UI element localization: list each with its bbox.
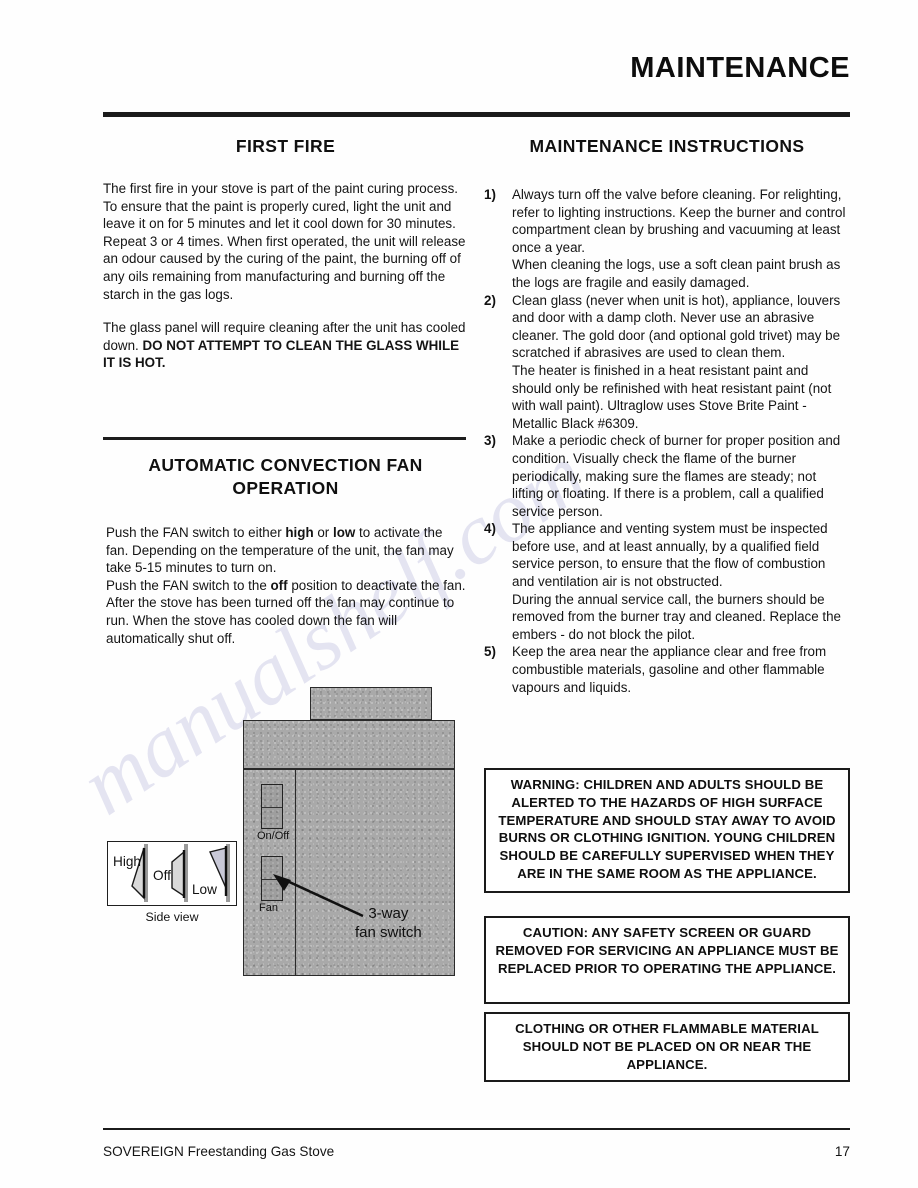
list-item-text: Always turn off the valve before cleanin… [512, 187, 846, 290]
list-item: 5) Keep the area near the appliance clea… [484, 643, 850, 696]
left-column: FIRST FIRE The first fire in your stove … [103, 135, 468, 372]
page-number: 17 [834, 1144, 850, 1159]
fan-heading-line-1: AUTOMATIC CONVECTION FAN [148, 455, 423, 475]
page-title: MAINTENANCE [630, 52, 850, 84]
list-item-number: 5) [484, 644, 496, 660]
callout-line-1: 3-way [368, 905, 409, 922]
first-fire-paragraph-2: The glass panel will require cleaning af… [103, 319, 468, 372]
header-rule [103, 112, 850, 117]
fan-p2-c: position to deactivate the fan. [287, 577, 466, 593]
warning-box-safety-screen: CAUTION: ANY SAFETY SCREEN OR GUARD REMO… [484, 916, 850, 1004]
first-fire-p2-bold: DO NOT ATTEMPT TO CLEAN THE GLASS WHILE … [103, 337, 460, 371]
list-item-text: Keep the area near the appliance clear a… [512, 644, 827, 695]
list-item-text: Clean glass (never when unit is hot), ap… [512, 292, 841, 431]
fan-paragraph-1: Push the FAN switch to either high or lo… [106, 524, 468, 577]
on-off-switch[interactable] [261, 784, 283, 829]
list-item-number: 1) [484, 187, 496, 202]
list-item: 2) Clean glass (never when unit is hot),… [484, 292, 850, 433]
fan-paragraph-2: Push the FAN switch to the off position … [106, 577, 468, 595]
fan-heading-line-2: OPERATION [232, 478, 339, 499]
side-view-label-high: High [113, 854, 141, 869]
callout-line-2: fan switch [355, 924, 422, 941]
side-view-inset [107, 841, 237, 906]
switch-divider [262, 807, 282, 808]
list-item-number: 3) [484, 433, 496, 449]
list-item: 4) The appliance and venting system must… [484, 520, 850, 643]
callout-label: 3-way fan switch [355, 904, 422, 942]
maintenance-instruction-list: 1) Always turn off the valve before clea… [484, 186, 850, 696]
fan-p1-low: low [333, 525, 356, 540]
callout-arrow-icon [273, 874, 364, 918]
list-item-number: 2) [484, 292, 496, 308]
first-fire-paragraph-1: The first fire in your stove is part of … [103, 181, 466, 302]
list-item: 3) Make a periodic check of burner for p… [484, 432, 850, 520]
section-heading-first-fire: FIRST FIRE [235, 136, 336, 156]
stove-top-section [243, 720, 455, 769]
stove-flue-collar [310, 687, 432, 720]
fan-section-body: Push the FAN switch to either high or lo… [106, 524, 468, 647]
list-item: 1) Always turn off the valve before clea… [484, 186, 850, 292]
document-page: manualshelf.com MAINTENANCE FIRST FIRE T… [0, 0, 918, 1188]
fan-paragraph-3: After the stove has been turned off the … [106, 595, 455, 646]
fan-p2-off: off [270, 577, 288, 593]
right-column: MAINTENANCE INSTRUCTIONS [484, 135, 850, 158]
on-off-switch-label: On/Off [257, 830, 290, 842]
fan-p2-a: Push the FAN switch to the [106, 577, 271, 593]
fan-p1-a: Push the FAN switch to either [106, 525, 286, 540]
list-item-number: 4) [484, 521, 496, 537]
fan-p1-high: high [285, 525, 314, 540]
side-view-label-low: Low [192, 882, 217, 897]
section-divider [103, 437, 466, 440]
fan-p1-c: or [313, 525, 333, 540]
warning-box-clothing: CLOTHING OR OTHER FLAMMABLE MATERIAL SHO… [484, 1012, 850, 1082]
side-view-caption: Side view [145, 910, 199, 924]
section-heading-maintenance-instructions: MAINTENANCE INSTRUCTIONS [529, 136, 805, 156]
list-item-text: The appliance and venting system must be… [512, 521, 841, 642]
side-view-label-off: Off [153, 868, 171, 883]
list-item-text: Make a periodic check of burner for prop… [512, 433, 841, 519]
warning-box-children-adults: WARNING: CHILDREN AND ADULTS SHOULD BE A… [484, 768, 850, 893]
stove-fan-switch-diagram: On/Off Fan 3-way fan switch High Off Low… [103, 686, 468, 986]
footer-rule [103, 1128, 850, 1130]
fan-section-heading: AUTOMATIC CONVECTION FAN OPERATION [103, 454, 468, 500]
